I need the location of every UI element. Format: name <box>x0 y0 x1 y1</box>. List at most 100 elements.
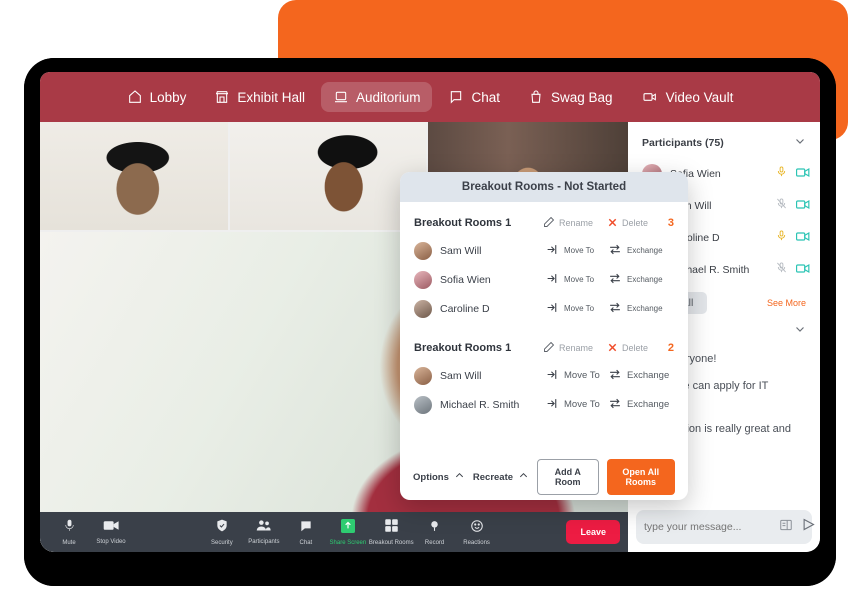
move-to-icon <box>546 301 559 316</box>
store-icon <box>214 89 230 105</box>
microphone-icon[interactable] <box>776 229 787 247</box>
move-to-button[interactable]: Move To <box>546 272 608 287</box>
avatar <box>414 395 432 414</box>
see-more-link[interactable]: See More <box>767 298 806 308</box>
modal-body: Breakout Rooms 1 Rename Delete 3 Sam Wil… <box>400 202 688 419</box>
video-camera-icon[interactable] <box>796 165 810 183</box>
toolbar-label: Mute <box>62 540 76 546</box>
rename-room-button[interactable]: Rename <box>543 341 593 355</box>
toolbar-label: Chat <box>299 539 313 546</box>
participants-header[interactable]: Participants (75) <box>628 122 820 158</box>
toolbar-mute[interactable]: Mute <box>48 518 90 546</box>
move-to-button[interactable]: Move To <box>546 368 608 383</box>
chat-input[interactable] <box>644 521 779 533</box>
exchange-button[interactable]: Exchange <box>608 272 674 287</box>
delete-room-button[interactable]: Delete <box>607 217 648 230</box>
toolbar-participants[interactable]: Participants <box>243 519 285 545</box>
exchange-button[interactable]: Exchange <box>608 368 674 383</box>
exchange-button[interactable]: Exchange <box>608 301 674 316</box>
room-header: Breakout Rooms 1 Rename Delete 2 <box>414 341 674 355</box>
toolbar-label: Reactions <box>463 539 490 546</box>
chat-input-bar <box>636 510 815 544</box>
toolbar-stop-video[interactable]: Stop Video <box>90 519 132 545</box>
delete-label: Delete <box>621 218 648 228</box>
move-to-button[interactable]: Move To <box>546 301 608 316</box>
microphone-muted-icon[interactable] <box>776 261 787 279</box>
open-all-rooms-button[interactable]: Open All Rooms <box>606 459 675 495</box>
move-to-icon <box>546 272 559 287</box>
video-tile-1[interactable] <box>40 122 228 230</box>
exchange-button[interactable]: Exchange <box>608 243 674 258</box>
options-label: Options <box>413 471 449 483</box>
video-camera-icon[interactable] <box>796 261 810 279</box>
attachment-icon[interactable] <box>779 518 793 537</box>
exchange-icon <box>608 301 622 316</box>
nav-item-video-vault[interactable]: Video Vault <box>629 82 746 112</box>
video-camera-icon[interactable] <box>796 197 810 215</box>
add-a-room-button[interactable]: Add A Room <box>537 459 599 495</box>
microphone-icon <box>63 518 76 538</box>
exchange-button[interactable]: Exchange <box>608 397 674 412</box>
toolbar-label: Record <box>424 539 445 546</box>
nav-item-lobby[interactable]: Lobby <box>115 82 199 112</box>
recreate-button[interactable]: Recreate <box>473 470 529 484</box>
modal-title: Breakout Rooms - Not Started <box>461 181 627 193</box>
move-to-button[interactable]: Move To <box>546 397 608 412</box>
chevron-down-icon[interactable] <box>794 134 806 152</box>
exchange-icon <box>608 368 622 383</box>
delete-room-button[interactable]: Delete <box>607 342 648 355</box>
room-member-row: Sam Will Move To Exchange <box>414 361 674 390</box>
share-screen-icon <box>340 518 355 538</box>
smiley-icon <box>470 519 484 538</box>
video-tile-2[interactable] <box>230 122 426 230</box>
delete-label: Delete <box>621 343 648 353</box>
chat-bubble-icon <box>299 519 313 538</box>
recreate-label: Recreate <box>472 471 514 483</box>
toolbar-label: Participants <box>248 539 280 545</box>
toolbar-reactions[interactable]: Reactions <box>456 519 498 546</box>
toolbar-security[interactable]: Security <box>201 518 243 546</box>
toolbar-chat[interactable]: Chat <box>285 519 327 546</box>
screenshot-stage: Lobby Exhibit Hall Auditorium Chat Swag … <box>0 0 860 600</box>
exchange-label: Exchange <box>627 246 663 255</box>
nav-item-auditorium[interactable]: Auditorium <box>320 82 433 112</box>
move-to-button[interactable]: Move To <box>546 243 608 258</box>
microphone-icon[interactable] <box>776 165 787 183</box>
move-to-icon <box>546 397 559 412</box>
member-name: Sofia Wien <box>440 273 491 286</box>
room-member-row: Michael R. Smith Move To Exchange <box>414 390 674 419</box>
rename-room-button[interactable]: Rename <box>543 216 593 230</box>
presentation-icon <box>333 89 349 105</box>
room-title: Breakout Rooms 1 <box>414 342 512 354</box>
exchange-label: Exchange <box>627 304 663 313</box>
chevron-up-icon <box>518 470 529 484</box>
modal-footer: Options Recreate Add A Room Open All Roo… <box>400 454 688 500</box>
exchange-icon <box>608 272 622 287</box>
exchange-icon <box>608 397 622 412</box>
exchange-icon <box>608 243 622 258</box>
nav-item-swag-bag[interactable]: Swag Bag <box>516 82 625 112</box>
toolbar-breakout-rooms[interactable]: Breakout Rooms <box>369 518 414 546</box>
move-to-label: Move To <box>564 246 595 255</box>
nav-label: Lobby <box>149 89 187 105</box>
toolbar-share-screen[interactable]: Share Screen <box>327 518 369 546</box>
rename-label: Rename <box>558 343 593 353</box>
video-camera-icon[interactable] <box>796 229 810 247</box>
options-button[interactable]: Options <box>413 470 465 484</box>
leave-button[interactable]: Leave <box>566 520 620 544</box>
breakout-rooms-modal: Breakout Rooms - Not Started Breakout Ro… <box>400 172 688 500</box>
chevron-down-icon[interactable] <box>794 322 806 340</box>
move-to-label: Move To <box>564 370 600 381</box>
room-member-row: Sam Will Move To Exchange <box>414 236 674 265</box>
nav-item-exhibit-hall[interactable]: Exhibit Hall <box>202 82 317 112</box>
nav-label: Exhibit Hall <box>237 89 305 105</box>
send-icon[interactable] <box>801 517 816 537</box>
nav-label: Auditorium <box>355 89 421 105</box>
modal-header: Breakout Rooms - Not Started <box>400 172 688 202</box>
room-header: Breakout Rooms 1 Rename Delete 3 <box>414 216 674 230</box>
toolbar-record[interactable]: Record <box>414 519 456 546</box>
microphone-muted-icon[interactable] <box>776 197 787 215</box>
chat-bubble-icon <box>448 89 464 105</box>
nav-item-chat[interactable]: Chat <box>436 82 512 112</box>
meeting-toolbar: Mute Stop Video Security Participants Ch… <box>40 512 628 552</box>
